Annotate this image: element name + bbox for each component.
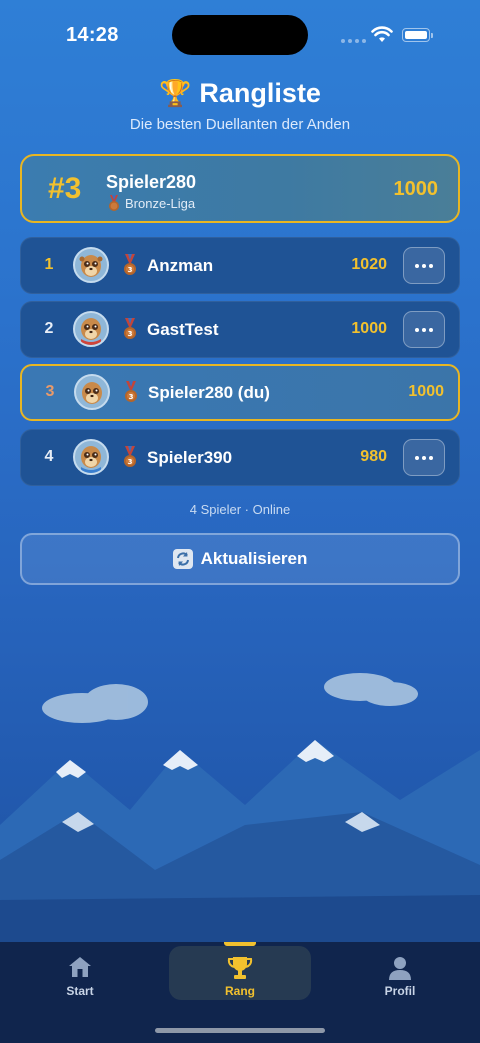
tab-rang[interactable]: Rang bbox=[180, 942, 300, 1012]
mountain-scenery bbox=[0, 673, 480, 950]
page-title-text: Rangliste bbox=[199, 78, 321, 108]
more-options-button[interactable] bbox=[403, 247, 445, 284]
home-indicator bbox=[155, 1028, 325, 1033]
row-rank: 4 bbox=[44, 448, 54, 465]
svg-text:3: 3 bbox=[128, 266, 133, 274]
tab-label: Rang bbox=[225, 984, 255, 998]
avatar bbox=[73, 439, 109, 475]
my-league-label: Bronze-Liga bbox=[125, 195, 196, 211]
bronze-medal-icon: 3 bbox=[124, 318, 136, 339]
leaderboard-row[interactable]: 4 3 Spieler390 980 bbox=[20, 429, 460, 486]
header: 🏆 Rangliste Die besten Duellanten der An… bbox=[0, 78, 480, 133]
status-time: 14:28 bbox=[66, 24, 119, 46]
bronze-medal-icon bbox=[109, 195, 119, 211]
row-rank: 3 bbox=[45, 383, 55, 400]
row-player-name: Spieler390 bbox=[147, 448, 233, 467]
row-rank: 2 bbox=[44, 320, 54, 337]
svg-text:3: 3 bbox=[128, 330, 133, 338]
more-options-button[interactable] bbox=[403, 439, 445, 476]
dynamic-island bbox=[172, 15, 308, 55]
row-score: 1000 bbox=[408, 383, 444, 400]
trophy-icon: 🏆 bbox=[159, 78, 192, 108]
wifi-icon bbox=[371, 26, 393, 42]
meerkat-avatar-icon bbox=[79, 255, 103, 277]
row-player-name: Anzman bbox=[147, 256, 214, 275]
leaderboard-row[interactable]: 1 3 Anzman 1020 bbox=[20, 237, 460, 294]
page-subtitle: Die besten Duellanten der Anden bbox=[129, 116, 351, 133]
cloud-icon bbox=[42, 684, 148, 723]
player-count-status: 4 Spieler · Online bbox=[189, 502, 291, 517]
leaderboard-row-current-user[interactable]: 3 3 Spieler280 (du) 1000 bbox=[20, 364, 460, 421]
more-options-button[interactable] bbox=[403, 311, 445, 348]
avatar bbox=[73, 311, 109, 347]
avatar bbox=[73, 247, 109, 283]
tab-start[interactable]: Start bbox=[20, 942, 140, 1012]
row-player-name: Spieler280 (du) bbox=[148, 383, 270, 402]
refresh-label: Aktualisieren bbox=[200, 549, 308, 568]
row-score: 1020 bbox=[351, 256, 387, 273]
my-league: Bronze-Liga bbox=[108, 195, 195, 211]
meerkat-avatar-icon bbox=[82, 382, 102, 404]
my-name: Spieler280 bbox=[106, 172, 197, 192]
avatar bbox=[74, 374, 110, 410]
battery-icon bbox=[402, 28, 433, 42]
row-score: 1000 bbox=[351, 320, 387, 337]
meerkat-avatar-icon bbox=[81, 318, 101, 345]
bronze-medal-icon: 3 bbox=[125, 381, 137, 402]
home-icon bbox=[69, 957, 91, 977]
refresh-icon bbox=[172, 549, 193, 569]
bronze-medal-icon: 3 bbox=[124, 446, 136, 467]
meerkat-avatar-icon bbox=[81, 446, 101, 473]
my-rank-card: #3 Spieler280 Bronze-Liga 1000 bbox=[20, 154, 460, 223]
svg-text:3: 3 bbox=[129, 393, 134, 401]
leaderboard-row[interactable]: 2 3 GastTest 1000 bbox=[20, 301, 460, 358]
tab-profil[interactable]: Profil bbox=[340, 942, 460, 1012]
trophy-icon bbox=[227, 957, 253, 979]
row-score: 980 bbox=[360, 448, 387, 465]
page-title: 🏆 Rangliste bbox=[159, 78, 321, 109]
person-icon bbox=[389, 957, 411, 980]
tab-label: Start bbox=[66, 984, 94, 998]
svg-text:3: 3 bbox=[128, 458, 133, 466]
my-score: 1000 bbox=[393, 178, 439, 200]
refresh-button[interactable]: Aktualisieren bbox=[20, 533, 460, 585]
row-rank: 1 bbox=[44, 256, 54, 273]
cloud-icon bbox=[324, 673, 418, 706]
cellular-signal-icon bbox=[341, 39, 367, 43]
status-bar: 14:28 bbox=[0, 0, 480, 70]
tab-label: Profil bbox=[384, 984, 416, 998]
bronze-medal-icon: 3 bbox=[124, 254, 136, 275]
my-rank: #3 bbox=[48, 172, 82, 205]
row-player-name: GastTest bbox=[147, 320, 219, 339]
